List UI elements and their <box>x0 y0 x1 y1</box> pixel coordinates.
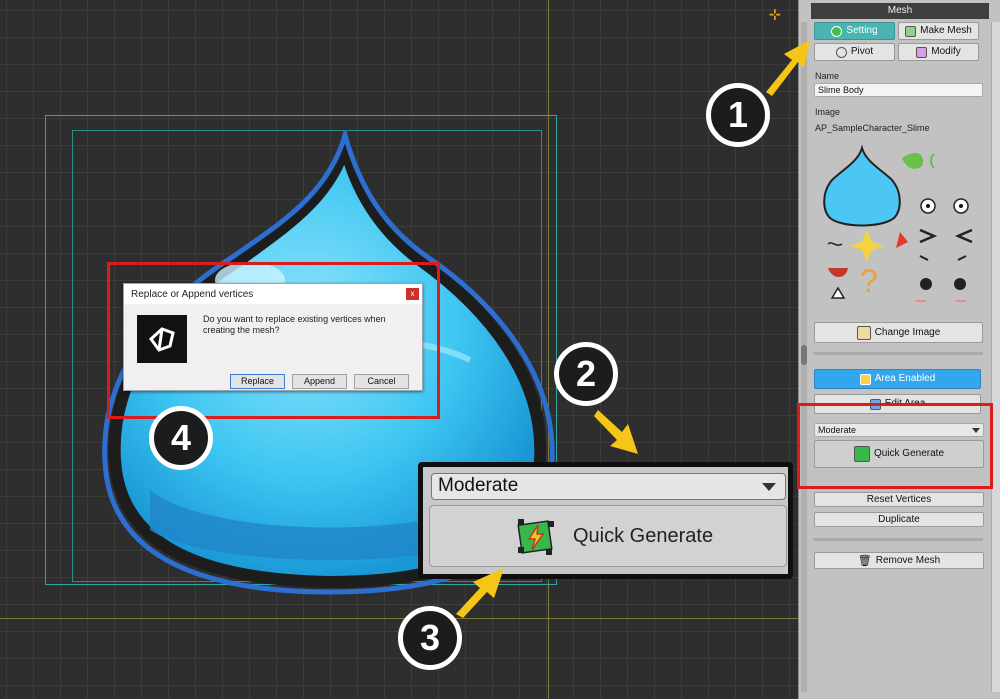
name-label: Name <box>815 71 840 81</box>
remove-mesh-button[interactable]: 🗑 Remove Mesh <box>814 552 984 569</box>
zoomed-dropdown-value: Moderate <box>438 475 519 496</box>
quick-generate-highlight-box <box>797 403 993 489</box>
left-scrollbar-thumb[interactable] <box>801 345 807 365</box>
tab-pivot-label: Pivot <box>850 46 874 57</box>
remove-mesh-label: Remove Mesh <box>875 554 941 566</box>
panel-header: Mesh <box>811 3 989 19</box>
callout-badge-2: 2 <box>554 342 618 406</box>
svg-text:?: ? <box>860 263 878 299</box>
callout-arrow-3 <box>456 568 504 618</box>
image-name: AP_SampleCharacter_Slime <box>815 123 930 133</box>
tab-make-mesh-label: Make Mesh <box>920 25 972 36</box>
texture-atlas-preview: ? <box>823 144 973 302</box>
make-mesh-icon <box>905 25 917 37</box>
right-scrollbar[interactable] <box>991 22 1000 692</box>
lightning-icon <box>517 519 554 555</box>
image-label: Image <box>815 107 841 117</box>
duplicate-button[interactable]: Duplicate <box>814 512 984 527</box>
callout-badge-3: 3 <box>398 606 462 670</box>
area-enabled-label: Area Enabled <box>874 373 936 384</box>
divider <box>813 352 983 355</box>
change-image-button[interactable]: Change Image <box>814 322 983 343</box>
callout-arrow-1 <box>766 40 810 96</box>
callout-badge-4: 4 <box>149 406 213 470</box>
x-axis-line <box>0 618 798 619</box>
tab-modify[interactable]: Modify <box>898 43 979 61</box>
area-icon <box>859 373 871 385</box>
setting-icon <box>831 25 843 37</box>
divider <box>813 538 983 541</box>
reset-vertices-button[interactable]: Reset Vertices <box>814 492 984 507</box>
zoomed-density-dropdown[interactable]: Moderate <box>431 473 786 500</box>
tab-setting[interactable]: Setting <box>814 22 895 40</box>
dialog-highlight-box <box>107 262 440 419</box>
change-image-label: Change Image <box>874 326 941 338</box>
area-enabled-toggle[interactable]: Area Enabled <box>814 369 981 389</box>
zoomed-quick-generate-label: Quick Generate <box>573 525 714 547</box>
name-field[interactable]: Slime Body <box>814 83 983 97</box>
tab-modify-label: Modify <box>931 46 961 57</box>
modify-icon <box>916 46 928 58</box>
tab-setting-label: Setting <box>846 25 878 36</box>
image-icon <box>856 325 871 340</box>
pivot-tool-icon[interactable]: ⊹ <box>769 6 789 26</box>
tab-make-mesh[interactable]: Make Mesh <box>898 22 979 40</box>
duplicate-label: Duplicate <box>878 514 920 525</box>
callout-badge-1: 1 <box>706 83 770 147</box>
tab-pivot[interactable]: Pivot <box>814 43 895 61</box>
trash-icon: 🗑 <box>857 554 872 567</box>
zoomed-quick-generate-button[interactable]: Quick Generate <box>429 505 787 567</box>
chevron-down-icon <box>762 483 776 491</box>
inspector-panel: Mesh Setting Make Mesh Pivot Modify Name… <box>798 0 1000 699</box>
callout-arrow-2 <box>594 410 638 454</box>
pivot-icon <box>835 46 847 58</box>
reset-vertices-label: Reset Vertices <box>866 494 932 505</box>
